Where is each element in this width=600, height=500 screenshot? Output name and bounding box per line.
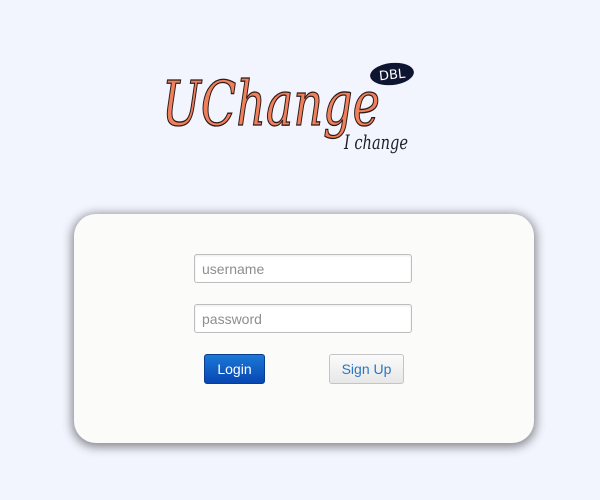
username-input[interactable] bbox=[194, 254, 412, 283]
uchange-logo: UChange DBL I change bbox=[160, 55, 416, 170]
login-button[interactable]: Login bbox=[204, 354, 265, 384]
logo-svg: UChange DBL I change bbox=[161, 62, 414, 154]
login-card: Login Sign Up bbox=[74, 214, 534, 443]
login-page: UChange DBL I change Login Sign Up bbox=[0, 0, 600, 500]
logo-badge-text: DBL bbox=[378, 67, 406, 85]
logo-tagline: I change bbox=[343, 130, 408, 154]
password-input[interactable] bbox=[194, 304, 412, 333]
sign-up-button[interactable]: Sign Up bbox=[329, 354, 404, 384]
